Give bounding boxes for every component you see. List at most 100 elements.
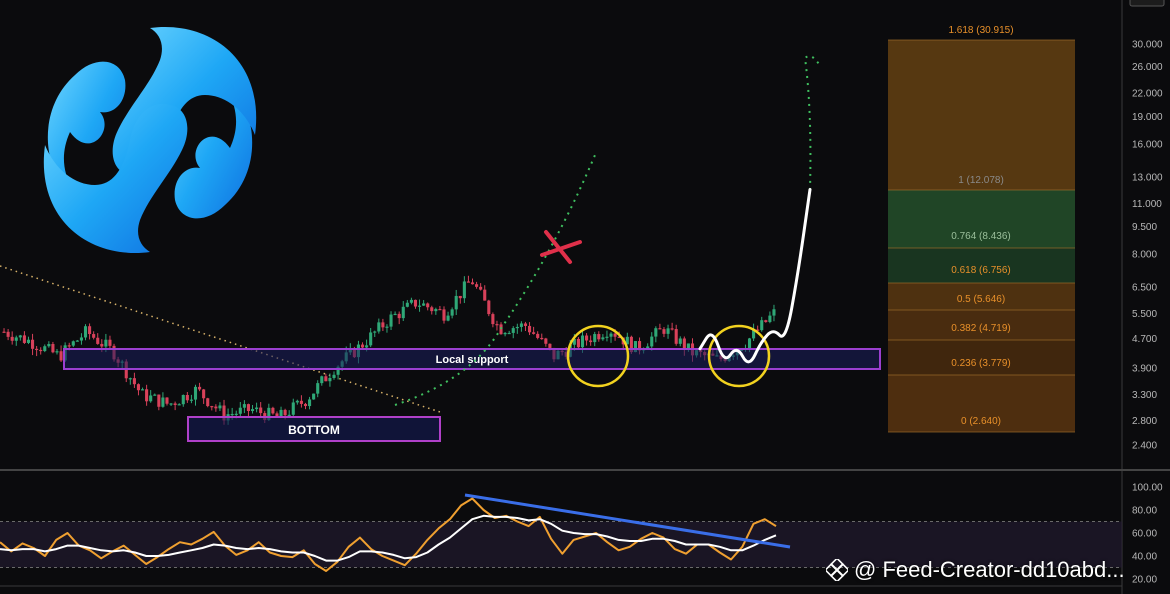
- price-chart: 1.618 (30.915) 1 (12.078) 0.764 (8.436) …: [0, 0, 1170, 594]
- candle: [576, 338, 580, 348]
- candle: [760, 320, 764, 331]
- price-axis: 30.000 26.000 22.000 19.000 16.000 13.000 11.0…: [1132, 40, 1163, 452]
- candle: [666, 328, 670, 334]
- candle: [527, 325, 532, 333]
- candle: [397, 313, 401, 319]
- candle: [434, 309, 438, 312]
- oscillator-tick: 60.00: [1132, 529, 1157, 540]
- price-tick: 2.400: [1132, 441, 1157, 452]
- candle: [430, 307, 434, 312]
- watermark: @ Feed-Creator-dd10abd...: [826, 553, 1170, 587]
- fib-label-0618: 0.618 (6.756): [951, 265, 1011, 276]
- candle: [495, 324, 499, 326]
- candle: [536, 333, 540, 338]
- candle: [523, 323, 528, 326]
- candle: [202, 389, 206, 399]
- candle: [279, 409, 283, 417]
- candle: [544, 338, 548, 344]
- watermark-text: @ Feed-Creator-dd10abd...: [854, 557, 1125, 582]
- bottom-label: BOTTOM: [288, 423, 340, 437]
- candle: [389, 314, 393, 327]
- candle: [332, 374, 336, 378]
- candle: [35, 348, 39, 351]
- candle: [165, 397, 169, 404]
- candle: [140, 389, 145, 391]
- price-tick: 9.500: [1132, 222, 1157, 233]
- price-tick: 22.000: [1132, 89, 1163, 100]
- oscillator-tick: 80.00: [1132, 506, 1157, 517]
- candle: [181, 394, 185, 405]
- candle: [418, 305, 422, 307]
- candle: [88, 326, 92, 335]
- candle: [580, 335, 585, 348]
- candle: [654, 328, 658, 337]
- candle: [22, 335, 26, 343]
- candle: [47, 344, 51, 347]
- candle: [92, 334, 96, 338]
- candle: [422, 303, 426, 306]
- candle: [548, 343, 552, 348]
- price-tick: 13.000: [1132, 172, 1163, 183]
- candle: [287, 414, 291, 416]
- candle: [96, 337, 100, 344]
- price-tick: 11.000: [1132, 199, 1162, 210]
- candle: [772, 309, 776, 316]
- candle: [55, 351, 59, 353]
- candle: [605, 336, 609, 338]
- candle: [189, 399, 193, 401]
- candle: [747, 338, 752, 349]
- fibonacci-retracement: 1.618 (30.915) 1 (12.078) 0.764 (8.436) …: [888, 25, 1075, 433]
- candle: [585, 335, 589, 341]
- candle: [450, 309, 454, 316]
- candle: [446, 315, 450, 321]
- candle: [458, 295, 462, 299]
- candle: [303, 403, 308, 407]
- candle: [470, 282, 475, 285]
- candle: [2, 331, 6, 333]
- candle: [613, 333, 617, 337]
- fib-label-1618: 1.618 (30.915): [948, 25, 1013, 36]
- price-tick: 16.000: [1132, 139, 1163, 150]
- fib-label-1: 1 (12.078): [958, 175, 1004, 186]
- candle: [466, 281, 470, 283]
- candle: [381, 322, 385, 328]
- candle: [51, 344, 55, 353]
- candle: [39, 349, 43, 352]
- candle: [597, 334, 601, 340]
- fib-label-0: 0 (2.640): [961, 416, 1001, 427]
- candle: [601, 337, 605, 340]
- candle: [438, 309, 442, 311]
- candle: [295, 400, 299, 403]
- candle: [153, 394, 157, 396]
- candle: [670, 328, 674, 330]
- candle: [491, 314, 495, 325]
- exchange-diamond-icon: [826, 559, 848, 581]
- price-tick: 2.800: [1132, 416, 1157, 427]
- candle: [259, 407, 263, 414]
- candle: [242, 404, 246, 408]
- price-tick: 4.700: [1132, 334, 1157, 345]
- candle: [193, 386, 198, 400]
- candle: [145, 389, 149, 402]
- candle: [312, 393, 316, 400]
- fib-label-0382: 0.382 (4.719): [951, 323, 1011, 334]
- candle: [320, 376, 324, 384]
- candle: [271, 407, 275, 414]
- candle: [198, 386, 202, 390]
- candle: [299, 400, 303, 404]
- candle: [59, 351, 63, 361]
- candle: [132, 378, 136, 385]
- candle: [426, 303, 430, 308]
- candle: [650, 336, 654, 347]
- candle: [18, 335, 22, 338]
- fib-label-0236: 0.236 (3.779): [951, 358, 1011, 369]
- candle: [210, 406, 214, 408]
- candle: [43, 346, 47, 352]
- candle: [26, 339, 31, 343]
- candle: [385, 326, 389, 328]
- candle: [161, 397, 165, 407]
- price-tick: 3.900: [1132, 363, 1157, 374]
- candle: [768, 315, 772, 322]
- candle: [6, 331, 10, 337]
- candle: [14, 337, 18, 341]
